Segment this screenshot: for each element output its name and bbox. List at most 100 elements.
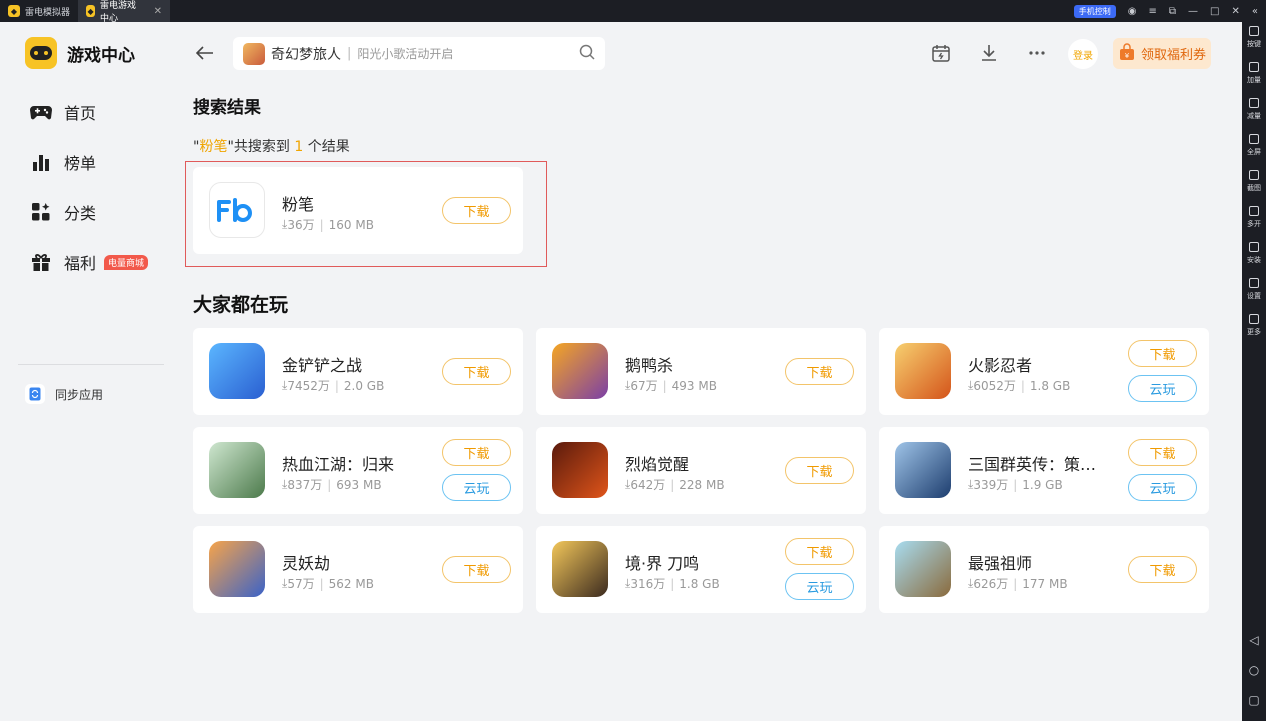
game-card[interactable]: 热血江湖：归来 ⤓ 837万 | 693 MB 下载 云玩	[193, 427, 523, 514]
file-size: 228 MB	[679, 477, 725, 492]
tab-label: 雷电模拟器	[25, 7, 71, 18]
file-size: 177 MB	[1022, 576, 1068, 591]
phone-control-button[interactable]: 手机控制	[1073, 4, 1116, 18]
calendar-icon[interactable]	[930, 42, 952, 64]
minimize-icon[interactable]: —	[1188, 6, 1198, 17]
cloud-play-button[interactable]: 云玩	[785, 573, 854, 600]
gamepad-icon	[30, 101, 52, 123]
download-button[interactable]: 下载	[442, 439, 511, 466]
game-name[interactable]: 境·界 刀鸣	[625, 550, 699, 574]
back-arrow-icon[interactable]	[195, 44, 214, 65]
claim-coupon-button[interactable]: ¥ 领取福利券	[1113, 38, 1211, 69]
download-button[interactable]: 下载	[785, 358, 854, 385]
back-nav-icon[interactable]: ◁	[1249, 633, 1258, 647]
download-button[interactable]: 下载	[785, 457, 854, 484]
search-result-card[interactable]: 粉笔 ⤓ 36万 | 160 MB 下载	[193, 167, 523, 254]
game-name[interactable]: 三国群英传：策定九州	[968, 451, 1106, 475]
download-button[interactable]: 下载	[1128, 340, 1197, 367]
svg-text:¥: ¥	[1125, 52, 1130, 60]
cloud-play-button[interactable]: 云玩	[1128, 375, 1197, 402]
toolbar-volume-up[interactable]: 加量	[1247, 62, 1261, 98]
sidebar-item-category[interactable]: 分类	[30, 200, 96, 224]
download-count: 837万	[287, 478, 323, 492]
file-size: 693 MB	[336, 477, 382, 492]
download-button[interactable]: 下载	[1128, 439, 1197, 466]
download-button[interactable]: 下载	[442, 358, 511, 385]
maximize-icon[interactable]: □	[1210, 6, 1219, 17]
game-meta: ⤓ 67万 | 493 MB	[625, 378, 717, 393]
file-size: 1.9 GB	[1022, 477, 1063, 492]
download-count: 642万	[630, 478, 666, 492]
game-name[interactable]: 烈焰觉醒	[625, 451, 689, 475]
sync-icon	[25, 384, 45, 404]
toolbar-keymap[interactable]: 按键	[1247, 26, 1261, 62]
tab-game-center[interactable]: ◆ 雷电游戏中心 ✕	[78, 0, 171, 24]
search-icon[interactable]	[579, 44, 595, 64]
toolbar-label: 全屏	[1247, 148, 1261, 156]
file-size: 1.8 GB	[1029, 378, 1071, 393]
volume-up-icon	[1249, 62, 1259, 72]
game-meta: ⤓ 36万 | 160 MB	[282, 217, 374, 232]
cloud-play-button[interactable]: 云玩	[442, 474, 511, 501]
game-card[interactable]: 火影忍者 ⤓ 6052万 | 1.8 GB 下载 云玩	[879, 328, 1209, 415]
sync-apps-button[interactable]: 同步应用	[25, 384, 103, 404]
game-card[interactable]: 境·界 刀鸣 ⤓ 316万 | 1.8 GB 下载 云玩	[536, 526, 866, 613]
collapse-sidebar-icon[interactable]: «	[1252, 6, 1258, 17]
game-name[interactable]: 金铲铲之战	[282, 352, 362, 376]
download-count: 57万	[287, 577, 315, 591]
sidebar-item-label: 首页	[64, 104, 97, 123]
menu-icon[interactable]: ≡	[1149, 6, 1157, 17]
download-button[interactable]: 下载	[442, 556, 511, 583]
recent-nav-icon[interactable]: ▢	[1248, 693, 1259, 707]
more-options-icon[interactable]	[1026, 42, 1048, 64]
search-bar[interactable]: 奇幻梦旅人 | 阳光小歌活动开启	[233, 37, 605, 70]
file-size: 2.0 GB	[343, 378, 385, 393]
toolbar-volume-down[interactable]: 减量	[1247, 98, 1261, 134]
rexue-jianghu-icon	[209, 442, 265, 498]
summary-suffix: 个结果	[303, 139, 350, 155]
file-size: 562 MB	[328, 576, 374, 591]
user-icon[interactable]: ◉	[1128, 6, 1137, 17]
cloud-play-button[interactable]: 云玩	[1128, 474, 1197, 501]
restore-icon[interactable]: ⧉	[1169, 6, 1176, 17]
search-game-name: 奇幻梦旅人	[271, 46, 341, 63]
install-icon	[1249, 242, 1259, 252]
game-name[interactable]: 灵妖劫	[282, 550, 330, 574]
toolbar-settings[interactable]: 设置	[1247, 278, 1261, 314]
game-card[interactable]: 金铲铲之战 ⤓ 7452万 | 2.0 GB 下载	[193, 328, 523, 415]
toolbar-more[interactable]: 更多	[1247, 314, 1261, 350]
download-icon[interactable]	[978, 42, 1000, 64]
jinchanchan-icon	[209, 343, 265, 399]
close-tab-icon[interactable]: ✕	[154, 6, 162, 17]
tab-emulator[interactable]: ◆ 雷电模拟器	[0, 0, 78, 22]
sidebar-item-welfare[interactable]: 福利 电量商城	[30, 250, 149, 274]
toolbar-screenshot[interactable]: 截图	[1247, 170, 1261, 206]
download-button[interactable]: 下载	[442, 197, 511, 224]
game-name[interactable]: 最强祖师	[968, 550, 1032, 574]
download-button[interactable]: 下载	[1128, 556, 1197, 583]
game-card[interactable]: 灵妖劫 ⤓ 57万 | 562 MB 下载	[193, 526, 523, 613]
game-name[interactable]: 鹅鸭杀	[625, 352, 673, 376]
file-size: 160 MB	[328, 217, 374, 232]
game-card[interactable]: 鹅鸭杀 ⤓ 67万 | 493 MB 下载	[536, 328, 866, 415]
game-card[interactable]: 最强祖师 ⤓ 626万 | 177 MB 下载	[879, 526, 1209, 613]
toolbar-multi[interactable]: 多开	[1247, 206, 1261, 242]
home-nav-icon[interactable]: ○	[1249, 663, 1259, 677]
toolbar-fullscreen[interactable]: 全屏	[1247, 134, 1261, 170]
game-card[interactable]: 烈焰觉醒 ⤓ 642万 | 228 MB 下载	[536, 427, 866, 514]
right-toolbar: 按键 加量 减量 全屏 截图 多开 安装 设置 更多 ◁ ○ ▢	[1242, 22, 1266, 721]
bar-chart-icon	[30, 151, 52, 173]
download-button[interactable]: 下载	[785, 538, 854, 565]
game-meta: ⤓ 339万 | 1.9 GB	[968, 477, 1063, 492]
close-window-icon[interactable]: ✕	[1231, 6, 1239, 17]
sidebar-item-ranking[interactable]: 榜单	[30, 150, 96, 174]
game-card[interactable]: 三国群英传：策定九州 ⤓339万|1.9 GB 下载云玩	[879, 427, 1209, 514]
toolbar-install[interactable]: 安装	[1247, 242, 1261, 278]
game-name[interactable]: 热血江湖：归来	[282, 451, 394, 475]
left-sidebar: 游戏中心 首页 榜单 分类 福利 电量商城 同步应用	[0, 22, 170, 721]
file-size: 493 MB	[671, 378, 717, 393]
login-button[interactable]: 登录	[1068, 39, 1098, 69]
game-name[interactable]: 粉笔	[282, 191, 314, 215]
sidebar-item-home[interactable]: 首页	[30, 100, 96, 124]
game-name[interactable]: 火影忍者	[968, 352, 1032, 376]
